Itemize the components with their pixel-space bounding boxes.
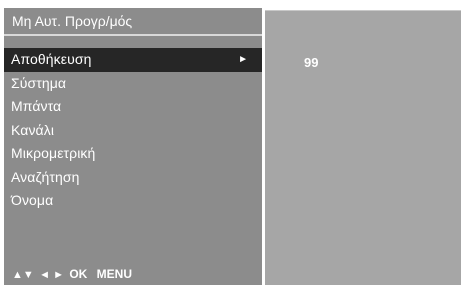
submenu-arrow-icon: ►	[238, 54, 248, 65]
tv-osd-screen: Μη Αυτ. Προγρ/μός Αποθήκευση ► Σύστημα Μ…	[0, 0, 466, 285]
menu-item-name[interactable]: Όνομα	[4, 189, 262, 213]
menu-item-label: Αναζήτηση	[11, 168, 80, 185]
menu-item-label: Μπάντα	[11, 98, 62, 114]
menu-title-bar: Μη Αυτ. Προγρ/μός	[4, 8, 262, 36]
left-right-arrows-icon: ◄ ►	[39, 269, 64, 281]
manual-program-menu: Μη Αυτ. Προγρ/μός Αποθήκευση ► Σύστημα Μ…	[4, 8, 262, 285]
menu-list: Αποθήκευση ► Σύστημα Μπάντα Κανάλι Μικρο…	[4, 48, 262, 213]
menu-item-system[interactable]: Σύστημα	[4, 72, 262, 96]
menu-title: Μη Αυτ. Προγρ/μός	[12, 13, 133, 29]
menu-item-channel[interactable]: Κανάλι	[4, 119, 262, 143]
menu-item-search[interactable]: Αναζήτηση	[4, 166, 262, 190]
program-number-value: 99	[304, 55, 319, 70]
menu-item-fine-tune[interactable]: Μικρομετρική	[4, 142, 262, 166]
menu-item-label: Κανάλι	[11, 121, 55, 138]
menu-hint: MENU	[96, 267, 132, 281]
menu-item-label: Αποθήκευση	[11, 51, 92, 67]
menu-item-label: Σύστημα	[11, 74, 67, 91]
menu-item-label: Όνομα	[11, 192, 54, 208]
value-panel: 99	[265, 10, 461, 285]
menu-item-label: Μικρομετρική	[11, 145, 96, 161]
ok-hint: OK	[69, 267, 88, 281]
menu-item-band[interactable]: Μπάντα	[4, 95, 262, 119]
navigation-hints: ▲▼ ◄ ► OK MENU	[12, 267, 138, 285]
menu-item-store[interactable]: Αποθήκευση ►	[4, 48, 262, 72]
up-down-arrows-icon: ▲▼	[12, 269, 34, 281]
